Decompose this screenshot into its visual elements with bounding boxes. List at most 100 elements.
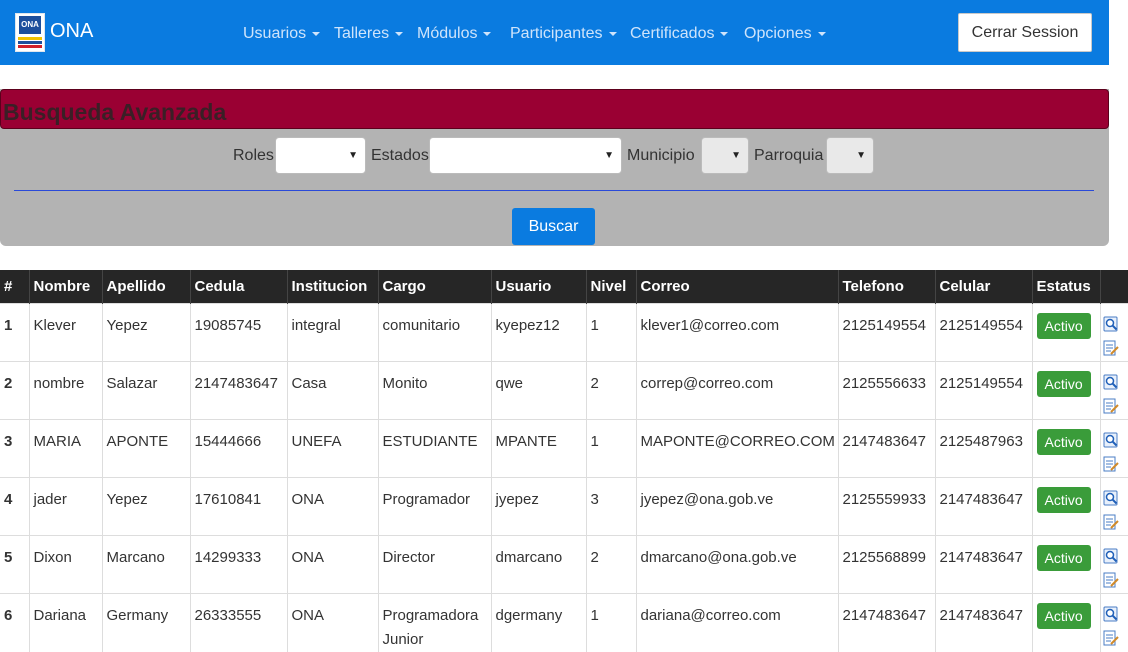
panel-title: Busqueda Avanzada	[3, 98, 226, 126]
select-arrow-icon: ▼	[604, 150, 614, 161]
cell-nivel: 1	[586, 304, 636, 362]
cell-usuario: MPANTE	[491, 420, 586, 478]
cell-actions	[1100, 594, 1128, 652]
cell-cedula: 19085745	[190, 304, 287, 362]
menu-participantes[interactable]: Participantes	[510, 24, 617, 44]
menu-talleres[interactable]: Talleres	[334, 24, 403, 44]
table-row: 5DixonMarcano14299333ONADirectordmarcano…	[0, 536, 1128, 594]
logout-button[interactable]: Cerrar Session	[958, 13, 1092, 52]
cell-nivel: 2	[586, 536, 636, 594]
cell-correo: dariana@correo.com	[636, 594, 838, 652]
roles-select[interactable]: ▼	[275, 137, 366, 174]
status-badge[interactable]: Activo	[1037, 603, 1091, 629]
table-row: 2nombreSalazar2147483647CasaMonitoqwe2co…	[0, 362, 1128, 420]
cell-usuario: dgermany	[491, 594, 586, 652]
cell-cedula: 26333555	[190, 594, 287, 652]
caret-down-icon	[483, 32, 491, 36]
menu-opciones[interactable]: Opciones	[744, 24, 826, 44]
col-header[interactable]: Nivel	[586, 270, 636, 304]
cell-celular: 2147483647	[935, 536, 1032, 594]
row-number: 6	[0, 594, 29, 652]
parroquia-label: Parroquia	[754, 146, 823, 166]
col-header[interactable]: Nombre	[29, 270, 102, 304]
cell-apellido: Salazar	[102, 362, 190, 420]
caret-down-icon	[720, 32, 728, 36]
roles-label: Roles	[233, 146, 274, 166]
cell-cargo: Monito	[378, 362, 491, 420]
col-header[interactable]: Celular	[935, 270, 1032, 304]
estados-label: Estados	[371, 146, 429, 166]
cell-usuario: jyepez	[491, 478, 586, 536]
cell-apellido: Marcano	[102, 536, 190, 594]
advanced-search-panel: Busqueda Avanzada Roles ▼ Estados ▼ Muni…	[0, 89, 1109, 246]
cell-institucion: UNEFA	[287, 420, 378, 478]
cell-nivel: 1	[586, 420, 636, 478]
cell-institucion: Casa	[287, 362, 378, 420]
estados-select[interactable]: ▼	[429, 137, 622, 174]
menu-certificados[interactable]: Certificados	[630, 24, 728, 44]
cell-correo: klever1@correo.com	[636, 304, 838, 362]
col-header[interactable]: Cedula	[190, 270, 287, 304]
edit-document-icon[interactable]	[1103, 572, 1119, 588]
cell-cargo: comunitario	[378, 304, 491, 362]
caret-down-icon	[395, 32, 403, 36]
menu-usuarios[interactable]: Usuarios	[243, 24, 320, 44]
cell-institucion: integral	[287, 304, 378, 362]
cell-correo: dmarcano@ona.gob.ve	[636, 536, 838, 594]
panel-header: Busqueda Avanzada	[0, 89, 1109, 129]
status-badge[interactable]: Activo	[1037, 371, 1091, 397]
caret-down-icon	[312, 32, 320, 36]
cell-nivel: 3	[586, 478, 636, 536]
cell-estatus: Activo	[1032, 420, 1100, 478]
cell-cedula: 17610841	[190, 478, 287, 536]
cell-usuario: kyepez12	[491, 304, 586, 362]
edit-document-icon[interactable]	[1103, 630, 1119, 646]
cell-cedula: 2147483647	[190, 362, 287, 420]
magnifier-icon[interactable]	[1103, 548, 1119, 564]
edit-document-icon[interactable]	[1103, 340, 1119, 356]
cell-estatus: Activo	[1032, 362, 1100, 420]
caret-down-icon	[609, 32, 617, 36]
cell-celular: 2125149554	[935, 362, 1032, 420]
edit-document-icon[interactable]	[1103, 456, 1119, 472]
status-badge[interactable]: Activo	[1037, 429, 1091, 455]
status-badge[interactable]: Activo	[1037, 487, 1091, 513]
cell-institucion: ONA	[287, 478, 378, 536]
cell-telefono: 2147483647	[838, 594, 935, 652]
status-badge[interactable]: Activo	[1037, 313, 1091, 339]
cell-apellido: Yepez	[102, 304, 190, 362]
cell-nivel: 1	[586, 594, 636, 652]
cell-correo: MAPONTE@CORREO.COM	[636, 420, 838, 478]
cell-actions	[1100, 420, 1128, 478]
col-header[interactable]: #	[0, 270, 29, 304]
magnifier-icon[interactable]	[1103, 374, 1119, 390]
municipio-select[interactable]: ▼	[701, 137, 749, 174]
cell-nombre: Klever	[29, 304, 102, 362]
table-row: 3MARIAAPONTE15444666UNEFAESTUDIANTEMPANT…	[0, 420, 1128, 478]
brand-name[interactable]: ONA	[50, 18, 93, 44]
status-badge[interactable]: Activo	[1037, 545, 1091, 571]
cell-cargo: Programador	[378, 478, 491, 536]
search-button[interactable]: Buscar	[512, 208, 595, 245]
col-header[interactable]: Estatus	[1032, 270, 1100, 304]
logo-text: ONA	[19, 16, 41, 34]
magnifier-icon[interactable]	[1103, 606, 1119, 622]
magnifier-icon[interactable]	[1103, 432, 1119, 448]
menu-modulos[interactable]: Módulos	[417, 24, 491, 44]
col-header[interactable]: Usuario	[491, 270, 586, 304]
row-number: 4	[0, 478, 29, 536]
ona-logo[interactable]: ONA	[15, 13, 45, 52]
cell-actions	[1100, 536, 1128, 594]
magnifier-icon[interactable]	[1103, 316, 1119, 332]
parroquia-select[interactable]: ▼	[826, 137, 874, 174]
cell-apellido: Yepez	[102, 478, 190, 536]
col-header[interactable]: Correo	[636, 270, 838, 304]
cell-usuario: dmarcano	[491, 536, 586, 594]
col-header[interactable]: Cargo	[378, 270, 491, 304]
col-header[interactable]: Apellido	[102, 270, 190, 304]
magnifier-icon[interactable]	[1103, 490, 1119, 506]
edit-document-icon[interactable]	[1103, 514, 1119, 530]
edit-document-icon[interactable]	[1103, 398, 1119, 414]
col-header[interactable]: Institucion	[287, 270, 378, 304]
col-header[interactable]: Telefono	[838, 270, 935, 304]
